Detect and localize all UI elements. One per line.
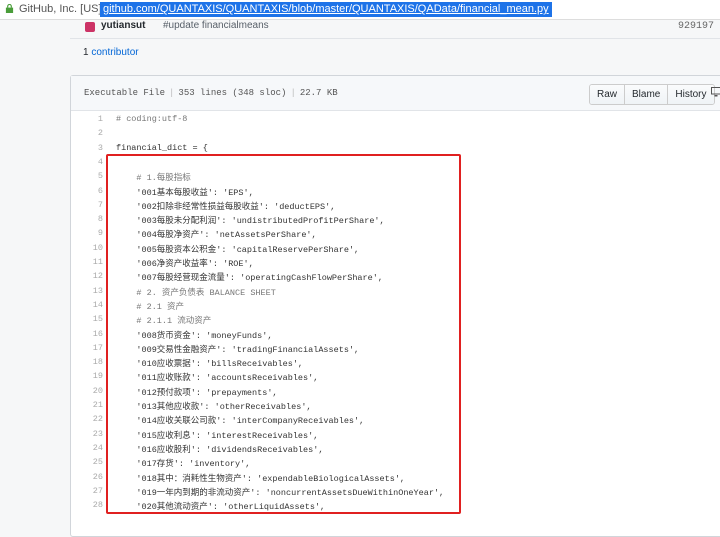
line-number[interactable]: 21 [71, 400, 103, 410]
line-number[interactable]: 12 [71, 271, 103, 281]
line-number[interactable]: 23 [71, 429, 103, 439]
file-info: Executable File|353 lines (348 sloc)|22.… [84, 88, 338, 98]
divider [70, 38, 720, 39]
blame-button[interactable]: Blame [625, 85, 668, 104]
contributors-label: contributor [91, 47, 138, 58]
line-number[interactable]: 18 [71, 357, 103, 367]
site-identity[interactable]: GitHub, Inc. [US] [19, 3, 102, 15]
line-number[interactable]: 15 [71, 314, 103, 324]
line-number[interactable]: 14 [71, 300, 103, 310]
address-bar[interactable]: GitHub, Inc. [US] github.com/QUANTAXIS/Q… [0, 0, 720, 20]
line-number[interactable]: 11 [71, 257, 103, 267]
line-number[interactable]: 10 [71, 243, 103, 253]
line-number[interactable]: 4 [71, 157, 103, 167]
line-number[interactable]: 5 [71, 171, 103, 181]
line-number[interactable]: 17 [71, 343, 103, 353]
line-number[interactable]: 25 [71, 457, 103, 467]
line-number[interactable]: 8 [71, 214, 103, 224]
history-button[interactable]: History [668, 85, 713, 104]
line-number[interactable]: 26 [71, 472, 103, 482]
code-line: # coding:utf-8 [116, 114, 187, 124]
line-number[interactable]: 24 [71, 443, 103, 453]
line-number[interactable]: 7 [71, 200, 103, 210]
file-actions: Raw Blame History [589, 84, 715, 105]
line-number[interactable]: 2 [71, 128, 103, 138]
file-header: Executable File|353 lines (348 sloc)|22.… [71, 76, 720, 111]
highlight-box [106, 154, 461, 514]
line-number[interactable]: 22 [71, 414, 103, 424]
line-number[interactable]: 19 [71, 371, 103, 381]
desktop-icon[interactable] [711, 87, 720, 97]
file-mode: Executable File [84, 88, 165, 98]
lock-icon [5, 4, 14, 13]
raw-button[interactable]: Raw [590, 85, 625, 104]
line-number[interactable]: 6 [71, 186, 103, 196]
contributors-count: 1 [83, 47, 89, 58]
file-size: 22.7 KB [300, 88, 338, 98]
commit-message[interactable]: #update financialmeans [163, 20, 269, 31]
line-number[interactable]: 9 [71, 228, 103, 238]
line-number[interactable]: 27 [71, 486, 103, 496]
line-number[interactable]: 13 [71, 286, 103, 296]
line-number[interactable]: 28 [71, 500, 103, 510]
file-lines: 353 lines (348 sloc) [178, 88, 286, 98]
contributors-link[interactable]: 1 contributor [83, 47, 139, 58]
commit-sha[interactable]: 929197 [678, 21, 714, 32]
line-number[interactable]: 20 [71, 386, 103, 396]
line-number[interactable]: 1 [71, 114, 103, 124]
avatar[interactable] [85, 22, 95, 32]
line-number[interactable]: 3 [71, 143, 103, 153]
code-line: financial_dict = { [116, 143, 208, 153]
commit-author[interactable]: yutiansut [101, 20, 145, 31]
line-number[interactable]: 16 [71, 329, 103, 339]
url-text[interactable]: github.com/QUANTAXIS/QUANTAXIS/blob/mast… [100, 2, 552, 17]
